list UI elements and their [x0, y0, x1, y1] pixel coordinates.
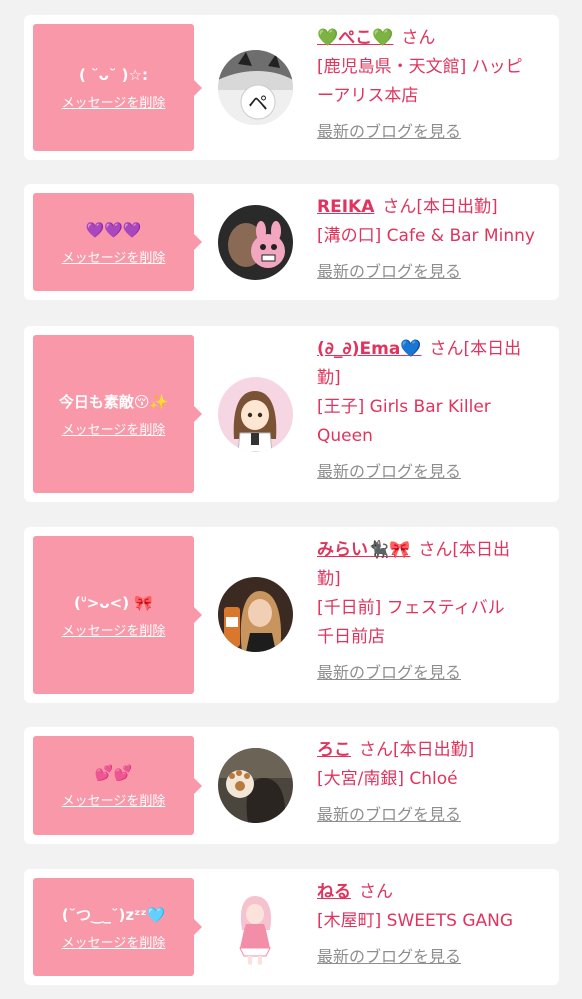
latest-blog-link[interactable]: 最新のブログを見る — [317, 800, 461, 829]
latest-blog-link[interactable]: 最新のブログを見る — [317, 658, 461, 687]
work-status: [本日出 — [463, 339, 522, 359]
member-name-link[interactable]: 💚ぺこ💚 — [317, 28, 393, 48]
delete-message-link[interactable]: メッセージを削除 — [62, 247, 166, 266]
latest-blog-link[interactable]: 最新のブログを見る — [317, 117, 461, 146]
entry-info: 💚ぺこ💚 さん [鹿児島県・天文館] ハッピ ーアリス本店 最新のブログを見る — [317, 24, 553, 147]
work-status-cont: 勤] — [317, 569, 341, 589]
message-text: 💜💜💜 — [85, 220, 142, 239]
avatar[interactable] — [218, 748, 293, 823]
message-text: (ᐡ>ᴗ<) 🎀 — [74, 593, 153, 612]
shop-name: [千日前] フェスティバル — [317, 598, 505, 618]
shop-name: [大宮/南銀] Chloé — [317, 769, 458, 789]
favorite-card: ( ˘ᴗ˘ )☆: メッセージを削除 ペ 💚ぺこ💚 さん [鹿児島県・天文館] ハ… — [24, 15, 559, 160]
avatar[interactable] — [218, 205, 293, 280]
message-bubble: (ᐡ>ᴗ<) 🎀 メッセージを削除 — [33, 536, 202, 694]
favorite-card: 💜💜💜 メッセージを削除 REIKA さん[本日出勤] [溝の口] Cafe & … — [24, 184, 559, 300]
member-name-link[interactable]: みらい🐈‍⬛🎀 — [317, 540, 410, 560]
shop-name: [王子] Girls Bar Killer — [317, 397, 491, 417]
favorite-card: 今日も素敵😚✨ メッセージを削除 (∂_∂)Ema💙 さん[本日出 勤] [王子]… — [24, 326, 559, 502]
work-status: [本日出 — [452, 540, 510, 560]
delete-message-link[interactable]: メッセージを削除 — [62, 790, 166, 809]
member-name-link[interactable]: ねる — [317, 882, 351, 902]
shop-name: [溝の口] Cafe & Bar Minny — [317, 226, 535, 246]
message-bubble: ( ˘ᴗ˘ )☆: メッセージを削除 — [33, 24, 202, 151]
work-status: [本日出勤] — [393, 740, 475, 760]
shop-name: [木屋町] SWEETS GANG — [317, 911, 514, 931]
entry-info: みらい🐈‍⬛🎀 さん[本日出 勤] [千日前] フェスティバル 千日前店 最新のブ… — [317, 536, 553, 688]
entry-info: ねる さん [木屋町] SWEETS GANG 最新のブログを見る — [317, 878, 553, 972]
shop-name: [鹿児島県・天文館] ハッピ — [317, 57, 523, 77]
message-bubble: 💕💕 メッセージを削除 — [33, 736, 202, 835]
message-text: ( ˘ᴗ˘ )☆: — [79, 66, 148, 84]
message-text: 💕💕 — [94, 764, 133, 782]
avatar[interactable] — [218, 890, 293, 965]
avatar[interactable] — [218, 577, 293, 652]
member-name-link[interactable]: REIKA — [317, 197, 374, 217]
san-suffix: さん — [359, 740, 393, 760]
favorite-card: (ᐡ>ᴗ<) 🎀 メッセージを削除 みらい🐈‍⬛🎀 さん[本日出 勤] [千日前]… — [24, 527, 559, 703]
san-suffix: さん — [359, 882, 393, 902]
message-bubble: 💜💜💜 メッセージを削除 — [33, 193, 202, 291]
shop-name-cont: Queen — [317, 426, 373, 446]
san-suffix: さん — [401, 28, 436, 48]
message-bubble: 今日も素敵😚✨ メッセージを削除 — [33, 335, 202, 493]
avatar[interactable]: ペ — [218, 50, 293, 125]
work-status-cont: 勤] — [317, 368, 341, 388]
san-suffix: さん — [382, 197, 417, 217]
message-text: 今日も素敵😚✨ — [58, 392, 169, 411]
member-name-link[interactable]: (∂_∂)Ema💙 — [317, 339, 422, 359]
message-bubble: (˘つ‿_˘)zᶻᶻ🩵 メッセージを削除 — [33, 878, 202, 976]
entry-info: REIKA さん[本日出勤] [溝の口] Cafe & Bar Minny 最新の… — [317, 193, 553, 287]
delete-message-link[interactable]: メッセージを削除 — [62, 419, 166, 438]
shop-name-cont: 千日前店 — [317, 627, 385, 647]
avatar[interactable] — [218, 377, 293, 452]
delete-message-link[interactable]: メッセージを削除 — [62, 932, 166, 951]
favorite-card: 💕💕 メッセージを削除 ろこ さん[本日出勤] [大宮/南銀] Chloé 最新の… — [24, 727, 559, 844]
favorite-card: (˘つ‿_˘)zᶻᶻ🩵 メッセージを削除 ねる さん [木屋町] SWEETS G… — [24, 869, 559, 985]
delete-message-link[interactable]: メッセージを削除 — [62, 620, 166, 639]
entry-info: (∂_∂)Ema💙 さん[本日出 勤] [王子] Girls Bar Killer… — [317, 335, 553, 487]
message-text: (˘つ‿_˘)zᶻᶻ🩵 — [61, 905, 166, 924]
entry-info: ろこ さん[本日出勤] [大宮/南銀] Chloé 最新のブログを見る — [317, 736, 553, 830]
san-suffix: さん — [418, 540, 453, 560]
member-name-link[interactable]: ろこ — [317, 740, 351, 760]
delete-message-link[interactable]: メッセージを削除 — [62, 92, 166, 111]
shop-name-cont: ーアリス本店 — [317, 86, 419, 106]
latest-blog-link[interactable]: 最新のブログを見る — [317, 942, 461, 971]
san-suffix: さん — [429, 339, 464, 359]
work-status: [本日出勤] — [416, 197, 498, 217]
svg-text:ペ: ペ — [248, 91, 268, 115]
latest-blog-link[interactable]: 最新のブログを見る — [317, 257, 461, 286]
latest-blog-link[interactable]: 最新のブログを見る — [317, 457, 461, 486]
